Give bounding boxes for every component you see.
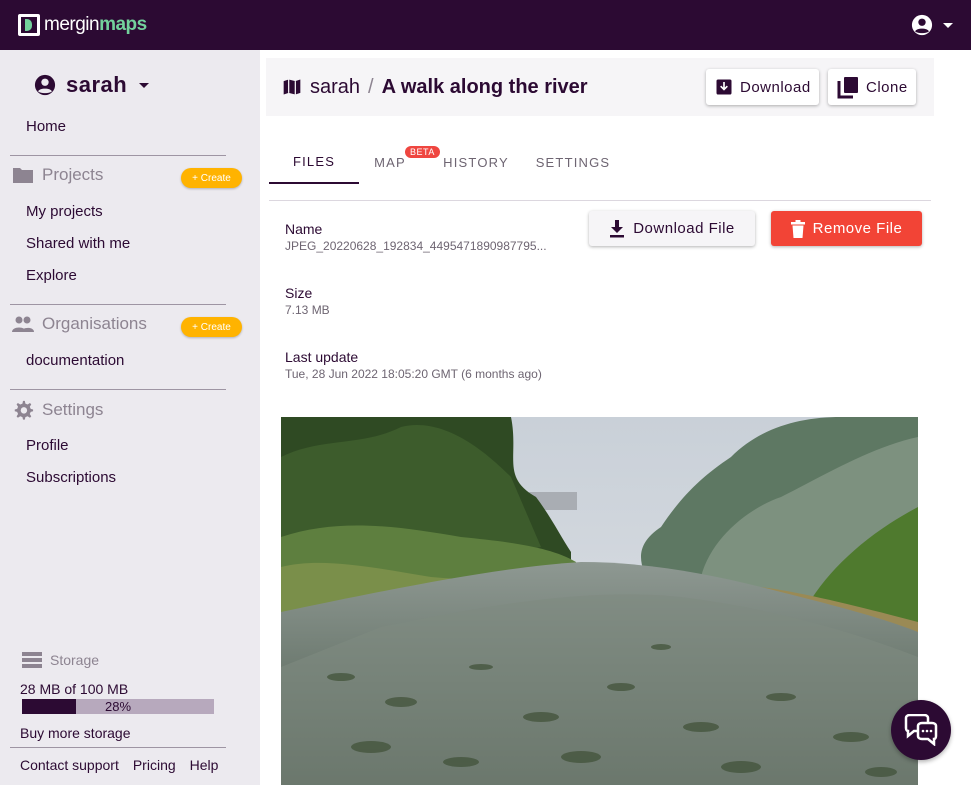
create-project-button[interactable]: + Create [181, 168, 242, 188]
sidebar-footer: Contact support Pricing Help [20, 757, 218, 773]
divider [10, 389, 226, 390]
storage-section-title: Storage [22, 652, 99, 668]
river-photo [281, 417, 918, 785]
top-bar: merginmaps [0, 0, 971, 50]
chevron-down-icon [943, 22, 953, 28]
username: sarah [66, 72, 128, 97]
sidebar-item-home[interactable]: Home [26, 118, 66, 135]
user-menu[interactable]: sarah [34, 72, 150, 98]
tab-files[interactable]: FILES [269, 140, 359, 184]
storage-icon [22, 652, 42, 668]
breadcrumb: sarah / A walk along the river [282, 76, 588, 99]
storage-percent: 28% [104, 699, 132, 714]
account-circle-icon [911, 14, 933, 36]
people-icon [12, 316, 34, 332]
file-size-value: 7.13 MB [285, 303, 330, 317]
tab-settings[interactable]: SETTINGS [531, 140, 615, 184]
create-organisation-button[interactable]: + Create [181, 317, 242, 337]
project-header: sarah / A walk along the river Download … [266, 58, 934, 116]
tab-map[interactable]: MAP BETA [359, 140, 440, 184]
map-icon [283, 79, 301, 95]
download-file-button[interactable]: Download File [589, 211, 755, 246]
account-circle-icon [34, 74, 56, 96]
remove-file-button[interactable]: Remove File [771, 211, 922, 246]
sidebar-item-explore[interactable]: Explore [26, 267, 77, 284]
mergin-maps-logo[interactable]: merginmaps [18, 14, 147, 36]
copy-icon [837, 77, 858, 99]
file-name-label: Name [285, 221, 323, 237]
breadcrumb-namespace[interactable]: sarah [310, 76, 360, 99]
logo-icon [18, 14, 40, 36]
sidebar-item-profile[interactable]: Profile [26, 437, 69, 454]
file-size-label: Size [285, 285, 313, 301]
divider [10, 304, 226, 305]
download-project-button[interactable]: Download [706, 69, 819, 105]
tab-history[interactable]: HISTORY [421, 140, 531, 184]
page-title: A walk along the river [381, 75, 588, 98]
clone-project-button[interactable]: Clone [828, 69, 916, 105]
breadcrumb-separator: / [368, 75, 374, 98]
divider [269, 200, 931, 201]
chat-bubbles-icon [904, 714, 938, 746]
contact-support-link[interactable]: Contact support [20, 757, 119, 773]
sidebar: sarah Home Projects + Create My projects… [0, 50, 260, 785]
buy-more-storage-link[interactable]: Buy more storage [20, 725, 131, 741]
divider [10, 155, 226, 156]
settings-section-title: Settings [12, 399, 103, 421]
logo-text-bold: maps [99, 14, 147, 35]
sidebar-item-shared-with-me[interactable]: Shared with me [26, 235, 130, 252]
storage-progress-bar: 28% [22, 699, 214, 714]
file-name-value: JPEG_20220628_192834_4495471890987795... [285, 239, 547, 253]
download-icon [610, 219, 625, 237]
projects-section-title: Projects [12, 165, 103, 185]
sidebar-item-documentation[interactable]: documentation [26, 352, 124, 369]
trash-icon [790, 219, 805, 238]
last-update-value: Tue, 28 Jun 2022 18:05:20 GMT (6 months … [285, 367, 542, 381]
storage-usage-text: 28 MB of 100 MB [20, 681, 129, 697]
project-tabs: FILES MAP BETA HISTORY SETTINGS [269, 140, 615, 184]
account-menu-button[interactable] [911, 14, 953, 36]
chevron-down-icon [139, 82, 150, 88]
sidebar-item-subscriptions[interactable]: Subscriptions [26, 469, 116, 486]
last-update-label: Last update [285, 349, 359, 365]
pricing-link[interactable]: Pricing [133, 757, 176, 773]
folder-icon [13, 168, 33, 183]
file-image-preview [281, 417, 918, 785]
chat-support-button[interactable] [891, 700, 951, 760]
gear-icon [14, 400, 34, 420]
archive-download-icon [716, 79, 732, 95]
logo-text-light: mergin [44, 14, 100, 35]
organisations-section-title: Organisations [12, 314, 147, 334]
divider [10, 747, 226, 748]
sidebar-item-my-projects[interactable]: My projects [26, 203, 103, 220]
help-link[interactable]: Help [190, 757, 219, 773]
